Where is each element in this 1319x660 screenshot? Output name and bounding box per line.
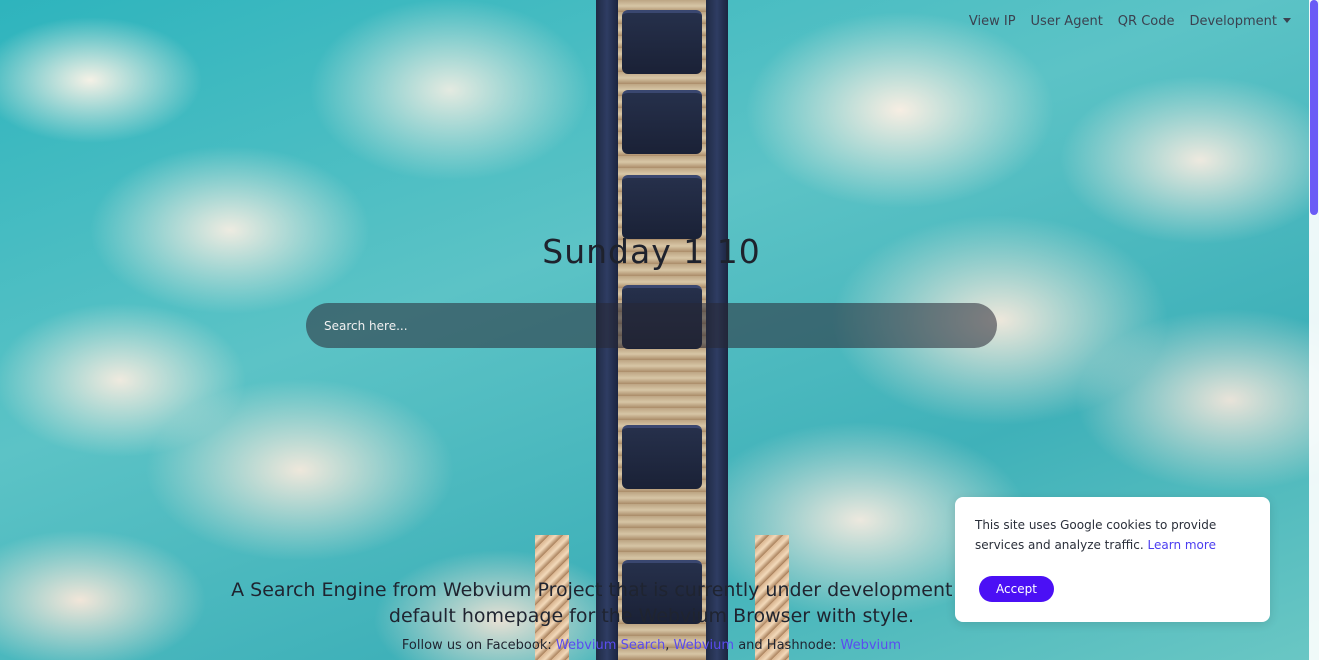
nav-view-ip[interactable]: View IP xyxy=(969,12,1016,32)
facebook-link[interactable]: Webvium Search xyxy=(556,638,665,653)
github-link[interactable]: Webvium xyxy=(674,638,735,653)
hashnode-prefix: and Hashnode: xyxy=(734,638,841,653)
nav-qr-code[interactable]: QR Code xyxy=(1118,12,1175,32)
hashnode-link[interactable]: Webvium xyxy=(841,638,902,653)
nav-development-label: Development xyxy=(1189,14,1277,29)
follow-separator: , xyxy=(665,638,674,653)
accept-button[interactable]: Accept xyxy=(979,576,1054,602)
search-input[interactable] xyxy=(306,303,997,348)
nav-development-dropdown[interactable]: Development xyxy=(1189,12,1291,32)
cookie-message: This site uses Google cookies to provide… xyxy=(975,515,1250,555)
scrollbar-track[interactable] xyxy=(1309,0,1319,660)
nav-user-agent[interactable]: User Agent xyxy=(1031,12,1103,32)
caret-down-icon xyxy=(1283,18,1291,23)
follow-prefix: Follow us on Facebook: xyxy=(401,638,556,653)
cookie-consent-banner: This site uses Google cookies to provide… xyxy=(955,497,1270,622)
scrollbar-thumb[interactable] xyxy=(1310,0,1318,215)
follow-links: Follow us on Facebook: Webvium Search, W… xyxy=(0,638,1303,653)
date-time-display: Sunday 1 10 xyxy=(542,232,761,271)
top-nav: View IP User Agent QR Code Development xyxy=(969,12,1291,32)
learn-more-link[interactable]: Learn more xyxy=(1148,538,1216,552)
